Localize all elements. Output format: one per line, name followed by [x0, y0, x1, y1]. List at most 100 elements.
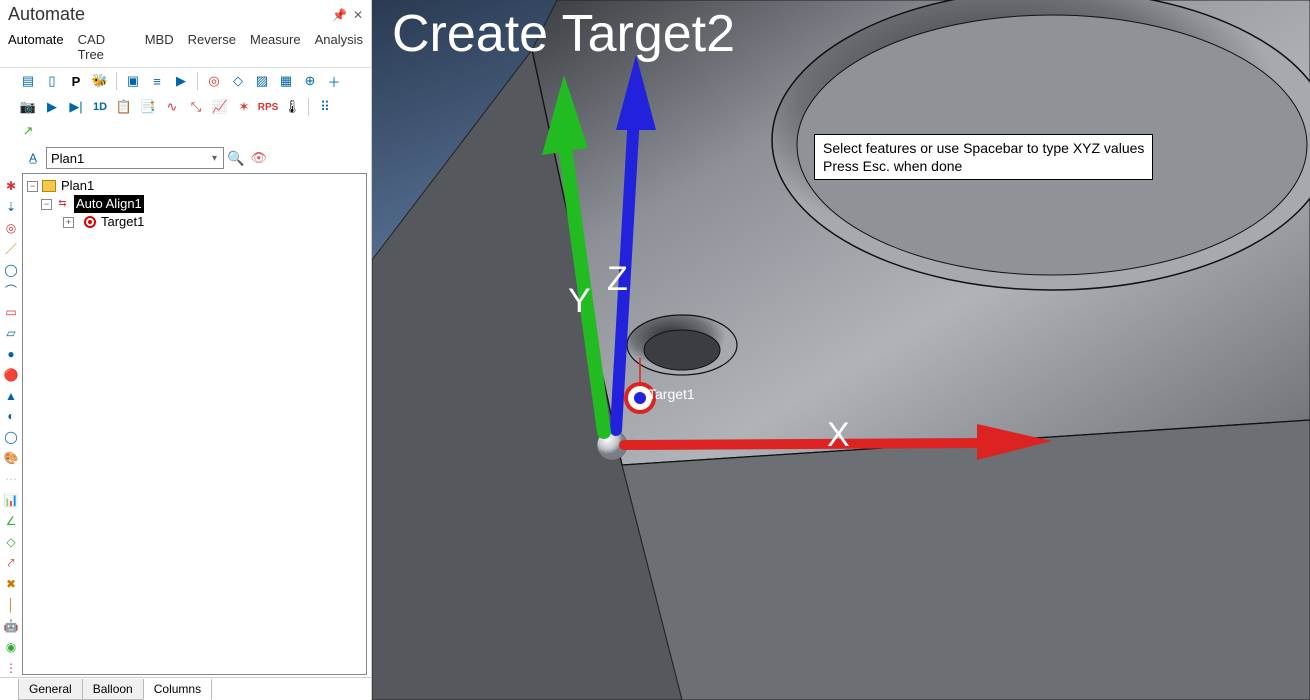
vt-line-icon[interactable]: ／: [2, 240, 20, 258]
separator: [308, 98, 309, 116]
tab-cad-tree[interactable]: CAD Tree: [78, 29, 131, 65]
separator: [116, 72, 117, 90]
tool-temperature-icon[interactable]: 🌡: [282, 97, 302, 117]
tool-arrow-icon[interactable]: ↗: [18, 121, 38, 141]
tree-node-auto-align1[interactable]: − ⇆ Auto Align1: [27, 195, 362, 213]
panel-title: Automate: [8, 4, 85, 25]
vt-bar-icon[interactable]: │: [2, 596, 20, 614]
tool-tag-icon[interactable]: ◇: [228, 71, 248, 91]
panel-tabs: Automate CAD Tree MBD Reverse Measure An…: [0, 27, 371, 68]
tool-page-icon[interactable]: ▣: [123, 71, 143, 91]
tool-plus-icon[interactable]: ＋: [324, 71, 344, 91]
tree-label: Plan1: [61, 177, 94, 195]
pin-icon[interactable]: 📌: [332, 8, 347, 22]
tool-next-icon[interactable]: ▶|: [66, 97, 86, 117]
vertical-toolbar: ✱ ⇣ ◎ ／ ◯ ⌒ ▭ ▱ ● 🔴 ▲ ◐ ◯ 🎨 ⋯ 📊 ∠ ◇ ⤤ ✖: [0, 173, 22, 677]
bottom-tabs: General Balloon Columns: [0, 677, 371, 700]
vt-point-icon[interactable]: ✱: [2, 177, 20, 195]
vt-robot-icon[interactable]: 🤖: [2, 617, 20, 635]
close-icon[interactable]: ✕: [353, 8, 363, 22]
vt-ring-icon[interactable]: ◯: [2, 428, 20, 446]
vt-target-icon[interactable]: ◎: [2, 219, 20, 237]
tool-aim-icon[interactable]: ⊕: [300, 71, 320, 91]
tab-mbd[interactable]: MBD: [145, 29, 174, 65]
toolbar-row-2: 📷 ▶ ▶| 1D 📋 📑 ∿ ⤡ 📈 ✶ RPS 🌡 ⠿ ↗: [0, 94, 371, 144]
vt-slot-icon[interactable]: ▱: [2, 324, 20, 342]
tool-pattern-icon[interactable]: ▦: [276, 71, 296, 91]
align-icon: ⇆: [56, 198, 69, 211]
vt-chart-icon[interactable]: 📊: [2, 491, 20, 509]
btab-columns[interactable]: Columns: [143, 679, 212, 700]
tool-lines-icon[interactable]: ≡: [147, 71, 167, 91]
automate-panel: Automate 📌 ✕ Automate CAD Tree MBD Rever…: [0, 0, 372, 700]
vt-arc-icon[interactable]: ⌒: [2, 282, 20, 300]
vt-torus-icon[interactable]: ◐: [2, 407, 20, 425]
vt-rect-icon[interactable]: ▭: [2, 303, 20, 321]
tool-log-icon[interactable]: 📋: [114, 97, 134, 117]
vt-angle-icon[interactable]: ∠: [2, 512, 20, 530]
hint-line-2: Press Esc. when done: [823, 157, 1144, 175]
hint-line-1: Select features or use Spacebar to type …: [823, 139, 1144, 157]
axis-label-x: X: [827, 416, 850, 455]
tree-node-plan1[interactable]: − Plan1: [27, 177, 362, 195]
tree-label: Target1: [101, 213, 144, 231]
tool-doc-icon[interactable]: ▯: [42, 71, 62, 91]
axis-label-y: Y: [568, 282, 591, 321]
3d-viewport[interactable]: Create Target2 Select features or use Sp…: [372, 0, 1310, 700]
tool-list-icon[interactable]: ▤: [18, 71, 38, 91]
plan-select[interactable]: [46, 147, 224, 169]
vt-cone-icon[interactable]: ▲: [2, 387, 20, 405]
tool-p-icon[interactable]: P: [66, 71, 86, 91]
vt-diamond-icon[interactable]: ◇: [2, 533, 20, 551]
vt-probe-icon[interactable]: ⇣: [2, 198, 20, 216]
tool-curve-icon[interactable]: ∿: [162, 97, 182, 117]
tool-point-icon[interactable]: ✶: [234, 97, 254, 117]
tool-xy-icon[interactable]: ⤡: [186, 97, 206, 117]
expand-icon[interactable]: +: [63, 217, 74, 228]
filter-icon[interactable]: 👁: [250, 150, 267, 167]
tree-area: ✱ ⇣ ◎ ／ ◯ ⌒ ▭ ▱ ● 🔴 ▲ ◐ ◯ 🎨 ⋯ 📊 ∠ ◇ ⤤ ✖: [0, 173, 371, 677]
vt-ray-icon[interactable]: ⤤: [2, 554, 20, 572]
tool-play2-icon[interactable]: ▶: [42, 97, 62, 117]
tool-camera-icon[interactable]: 📷: [18, 97, 38, 117]
tool-hatch-icon[interactable]: ▨: [252, 71, 272, 91]
toolbar-row-1: ▤ ▯ P 🐝 ▣ ≡ ▶ ◎ ◇ ▨ ▦ ⊕ ＋: [0, 68, 371, 94]
tool-target-icon[interactable]: ◎: [204, 71, 224, 91]
vt-circle-icon[interactable]: ◯: [2, 261, 20, 279]
vt-divider: ⋯: [2, 470, 20, 488]
tab-measure[interactable]: Measure: [250, 29, 301, 65]
vt-cross-icon[interactable]: ✖: [2, 575, 20, 593]
tool-grid-icon[interactable]: ⠿: [315, 97, 335, 117]
vt-sphere-icon[interactable]: ●: [2, 345, 20, 363]
tool-probe-icon[interactable]: 🐝: [90, 71, 110, 91]
tool-play-icon[interactable]: ▶: [171, 71, 191, 91]
btab-general[interactable]: General: [18, 679, 83, 700]
vt-more-icon[interactable]: ⋮: [2, 659, 20, 677]
vt-gauge-icon[interactable]: ◉: [2, 638, 20, 656]
hint-box: Select features or use Spacebar to type …: [814, 134, 1153, 180]
folder-icon: [42, 180, 56, 192]
expand-icon[interactable]: −: [27, 181, 38, 192]
viewport-title: Create Target2: [392, 4, 735, 64]
tool-1d-icon[interactable]: 1D: [90, 97, 110, 117]
tool-graph-icon[interactable]: 📈: [210, 97, 230, 117]
cad-scene: [372, 0, 1310, 700]
tree-node-target1[interactable]: + Target1: [27, 213, 362, 231]
vt-cylinder-icon[interactable]: 🔴: [2, 366, 20, 384]
separator: [197, 72, 198, 90]
tab-analysis[interactable]: Analysis: [315, 29, 363, 65]
plan-tree[interactable]: − Plan1 − ⇆ Auto Align1 + Target1: [22, 173, 367, 675]
expand-icon[interactable]: −: [41, 199, 52, 210]
target-icon: [84, 216, 96, 228]
tab-automate[interactable]: Automate: [8, 29, 64, 65]
search-icon[interactable]: 🔍: [227, 150, 244, 167]
vt-surface-icon[interactable]: 🎨: [2, 449, 20, 467]
tree-label: Auto Align1: [74, 195, 144, 213]
tool-rps-icon[interactable]: RPS: [258, 97, 278, 117]
tool-clip-icon[interactable]: 📑: [138, 97, 158, 117]
search-prefix-icon[interactable]: A̲: [24, 149, 42, 167]
target1-label: Target1: [648, 386, 695, 402]
btab-balloon[interactable]: Balloon: [82, 679, 144, 700]
tab-reverse[interactable]: Reverse: [188, 29, 236, 65]
search-row: A̲ ▾ 🔍 👁: [0, 144, 371, 173]
